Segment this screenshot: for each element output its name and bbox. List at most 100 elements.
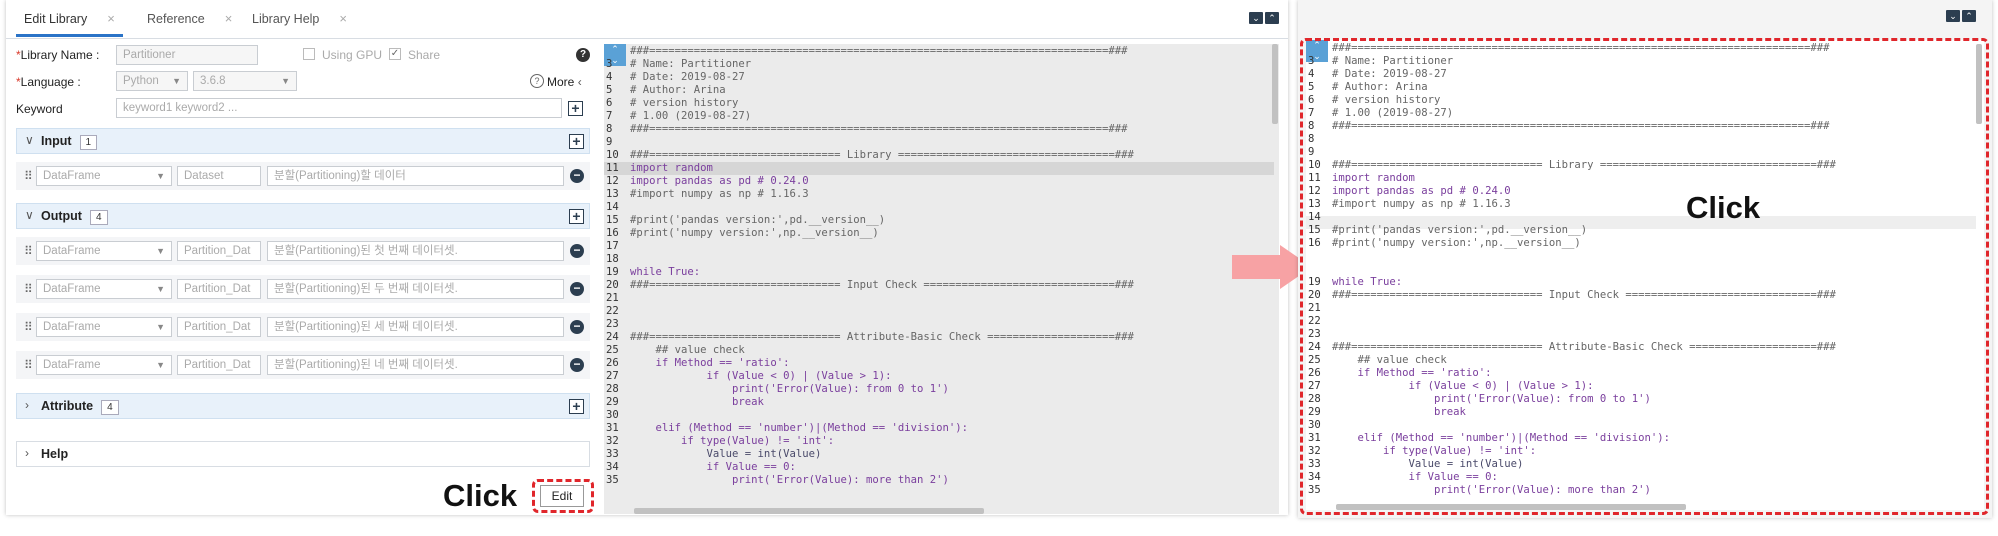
code-editor[interactable]: ⌃ ⌄ ###==================================…: [604, 44, 1279, 514]
output-section-header[interactable]: ∨ Output 4 +: [16, 203, 590, 229]
code-line[interactable]: 5 # Author: Arina: [604, 84, 726, 97]
code-line[interactable]: 12 import pandas as pd # 0.24.0: [604, 175, 809, 188]
remove-row-button[interactable]: −: [570, 358, 584, 372]
code-line[interactable]: 4 # Date: 2019-08-27: [604, 71, 745, 84]
add-output-button[interactable]: +: [569, 209, 584, 224]
code-line[interactable]: 11 import random: [604, 162, 713, 175]
editor-highlight: [1300, 38, 1989, 515]
chevron-right-icon: ›: [25, 398, 29, 412]
code-line[interactable]: 18: [604, 253, 630, 266]
code-line[interactable]: 25 ## value check: [604, 344, 745, 357]
code-line[interactable]: 10 ###============================== Libr…: [604, 149, 1134, 162]
type-select[interactable]: DataFrame ▼: [36, 317, 172, 337]
code-line[interactable]: 23: [604, 318, 630, 331]
code-text: import random: [630, 162, 713, 174]
code-line[interactable]: 14: [604, 201, 630, 214]
code-line[interactable]: 7 # 1.00 (2019-08-27): [604, 110, 751, 123]
code-line[interactable]: 6 # version history: [604, 97, 738, 110]
code-line[interactable]: 17: [604, 240, 630, 253]
using-gpu-checkbox[interactable]: [303, 48, 315, 60]
drag-handle-icon[interactable]: ⠿: [24, 320, 33, 334]
expand-icon[interactable]: ⌃: [1962, 10, 1976, 22]
remove-row-button[interactable]: −: [570, 320, 584, 334]
share-checkbox[interactable]: ✓: [389, 48, 401, 60]
description-field[interactable]: 분할(Partitioning)된 세 번째 데이터셋.: [267, 317, 564, 337]
line-number: 15: [606, 214, 619, 226]
name-field[interactable]: Partition_Dat: [177, 317, 261, 337]
line-number: 10: [606, 149, 619, 161]
add-input-button[interactable]: +: [569, 134, 584, 149]
remove-row-button[interactable]: −: [570, 282, 584, 296]
type-select[interactable]: DataFrame ▼: [36, 279, 172, 299]
help-icon[interactable]: ?: [576, 48, 590, 62]
library-name-input[interactable]: Partitioner: [116, 45, 258, 65]
remove-row-button[interactable]: −: [570, 244, 584, 258]
code-line[interactable]: 29 break: [604, 396, 764, 409]
input-section-header[interactable]: ∨ Input 1 +: [16, 128, 590, 154]
close-icon[interactable]: ×: [107, 11, 115, 26]
code-line[interactable]: 34 if Value == 0:: [604, 461, 796, 474]
attribute-section-header[interactable]: › Attribute 4 +: [16, 393, 590, 419]
code-line[interactable]: ###=====================================…: [604, 45, 1127, 58]
code-line[interactable]: 15 #print('pandas version:',pd.__version_…: [604, 214, 885, 227]
section-title: Output 4: [41, 209, 108, 225]
code-line[interactable]: 32 if type(Value) != 'int':: [604, 435, 834, 448]
tab-reference[interactable]: Reference ×: [141, 0, 238, 36]
code-line[interactable]: 24 ###============================== Attr…: [604, 331, 1134, 344]
horizontal-scrollbar[interactable]: [634, 508, 984, 514]
line-number: 22: [606, 305, 619, 317]
type-select[interactable]: DataFrame ▼: [36, 166, 172, 186]
chevron-down-icon: ▼: [156, 171, 165, 181]
description-field[interactable]: 분할(Partitioning)된 두 번째 데이터셋.: [267, 279, 564, 299]
line-number: 32: [606, 435, 619, 447]
code-line[interactable]: 20 ###============================== Inpu…: [604, 279, 1134, 292]
code-line[interactable]: 16 #print('numpy version:',np.__version__…: [604, 227, 879, 240]
vertical-scrollbar[interactable]: [1272, 44, 1278, 124]
close-icon[interactable]: ×: [225, 11, 233, 26]
code-text: ###============================== Attrib…: [630, 331, 1134, 343]
code-line[interactable]: 22: [604, 305, 630, 318]
description-field[interactable]: 분할(Partitioning)된 첫 번째 데이터셋.: [267, 241, 564, 261]
add-keyword-button[interactable]: +: [568, 101, 583, 116]
drag-handle-icon[interactable]: ⠿: [24, 244, 33, 258]
code-line[interactable]: 28 print('Error(Value): from 0 to 1'): [604, 383, 949, 396]
code-line[interactable]: 30: [604, 409, 630, 422]
add-attribute-button[interactable]: +: [569, 399, 584, 414]
code-line[interactable]: 31 elif (Method == 'number')|(Method == …: [604, 422, 968, 435]
code-line[interactable]: 3 # Name: Partitioner: [604, 58, 751, 71]
code-line[interactable]: 8 ###====================================…: [604, 123, 1127, 136]
code-line[interactable]: 33 Value = int(Value): [604, 448, 821, 461]
code-line[interactable]: 9: [604, 136, 630, 149]
code-line[interactable]: 26 if Method == 'ratio':: [604, 357, 789, 370]
drag-handle-icon[interactable]: ⠿: [24, 358, 33, 372]
description-field[interactable]: 분할(Partitioning)된 네 번째 데이터셋.: [267, 355, 564, 375]
tab-edit-library[interactable]: Edit Library ×: [16, 0, 123, 37]
drag-handle-icon[interactable]: ⠿: [24, 282, 33, 296]
collapse-icon[interactable]: ⌄: [1946, 10, 1960, 22]
name-field[interactable]: Partition_Dat: [177, 241, 261, 261]
code-line[interactable]: 19 while True:: [604, 266, 700, 279]
name-field[interactable]: Partition_Dat: [177, 355, 261, 375]
language-select[interactable]: Python ▼: [116, 71, 188, 91]
code-line[interactable]: 27 if (Value < 0) | (Value > 1):: [604, 370, 892, 383]
more-toggle[interactable]: More ‹: [547, 75, 582, 89]
remove-row-button[interactable]: −: [570, 169, 584, 183]
close-icon[interactable]: ×: [339, 11, 347, 26]
chevron-down-icon: ▼: [281, 76, 290, 86]
help-section-header[interactable]: › Help: [16, 441, 590, 467]
code-line[interactable]: 21: [604, 292, 630, 305]
name-field[interactable]: Partition_Dat: [177, 279, 261, 299]
drag-handle-icon[interactable]: ⠿: [24, 169, 33, 183]
expand-icon[interactable]: ⌃: [1265, 12, 1279, 24]
code-line[interactable]: 35 print('Error(Value): more than 2'): [604, 474, 949, 487]
type-select[interactable]: DataFrame ▼: [36, 355, 172, 375]
name-field[interactable]: Dataset: [177, 166, 261, 186]
type-select[interactable]: DataFrame ▼: [36, 241, 172, 261]
description-field[interactable]: 분할(Partitioning)할 데이터: [267, 166, 564, 186]
collapse-icon[interactable]: ⌄: [1249, 12, 1263, 24]
edit-highlight: [532, 479, 594, 513]
keyword-input[interactable]: keyword1 keyword2 ...: [116, 98, 562, 118]
tab-library-help[interactable]: Library Help ×: [246, 0, 353, 36]
version-select[interactable]: 3.6.8 ▼: [193, 71, 297, 91]
code-line[interactable]: 13 #import numpy as np # 1.16.3: [604, 188, 809, 201]
